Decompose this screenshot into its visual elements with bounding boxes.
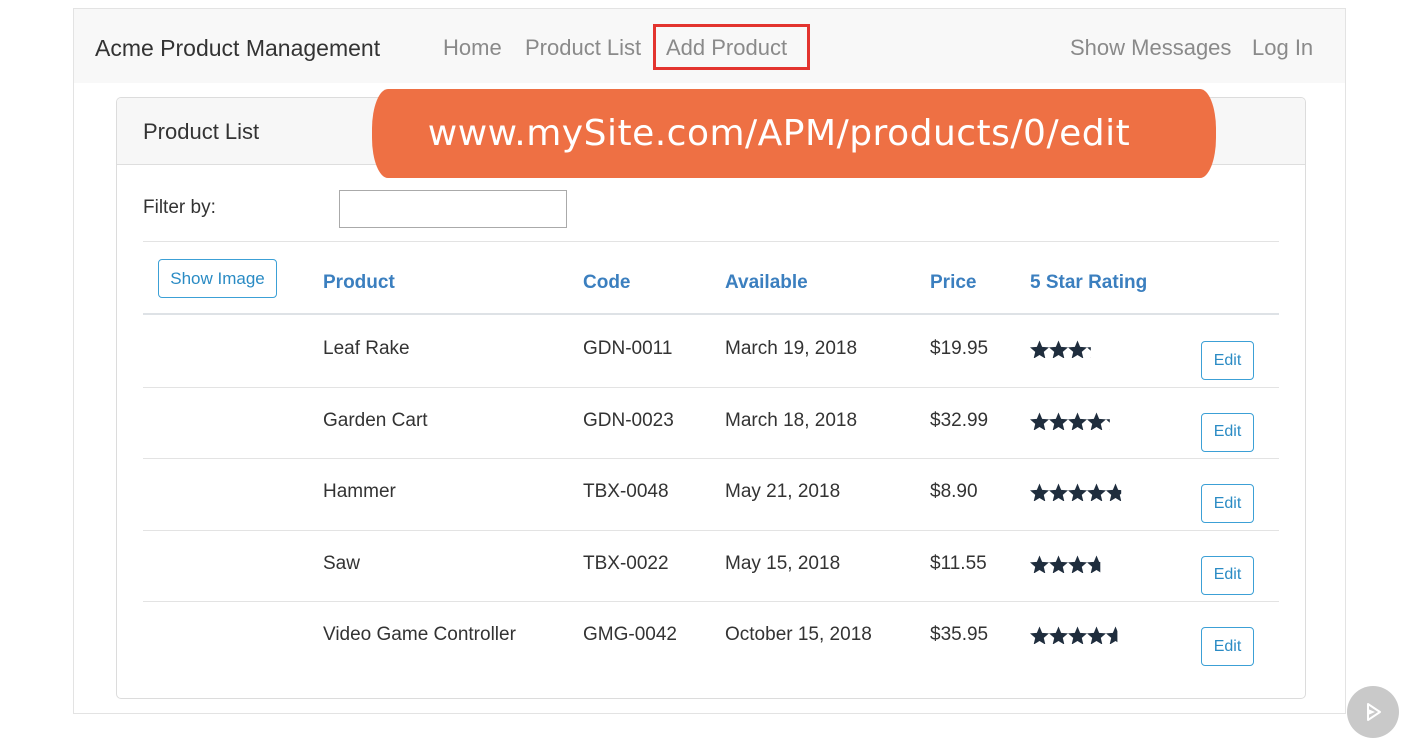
add-product-highlight	[653, 24, 810, 70]
edit-button[interactable]: Edit	[1201, 484, 1254, 523]
star-icon	[1030, 626, 1050, 644]
play-button[interactable]	[1347, 686, 1399, 738]
filter-input[interactable]	[339, 190, 567, 228]
header-available: Available	[725, 272, 808, 293]
star-icon	[1030, 483, 1050, 501]
star-icon	[1030, 412, 1050, 430]
star-icon	[1067, 483, 1088, 501]
star-icon	[1106, 341, 1125, 359]
product-code: TBX-0048	[583, 481, 669, 502]
product-name: Leaf Rake	[323, 338, 410, 359]
row-divider	[143, 386, 1279, 388]
star-rating	[1030, 483, 1122, 501]
header-code: Code	[583, 272, 631, 293]
header-price: Price	[930, 272, 977, 293]
product-name: Video Game Controller	[323, 624, 516, 645]
star-icon	[1048, 412, 1069, 430]
row-divider	[143, 529, 1279, 531]
product-code: GDN-0011	[583, 338, 673, 359]
star-icon	[1067, 340, 1088, 358]
product-price: $11.55	[930, 552, 987, 574]
show-image-button[interactable]: Show Image	[158, 259, 277, 298]
product-available: May 15, 2018	[725, 552, 841, 574]
nav-home[interactable]: Home	[443, 35, 502, 61]
star-icon	[1086, 483, 1107, 501]
row-divider	[143, 458, 1279, 459]
star-icon	[1106, 555, 1125, 573]
product-available: March 18, 2018	[725, 409, 858, 431]
url-banner: www.mySite.com/APM/products/0/edit	[372, 89, 1216, 178]
star-icon	[1086, 347, 1091, 358]
edit-button[interactable]: Edit	[1201, 555, 1254, 595]
product-name: Garden Cart	[323, 409, 428, 431]
edit-button[interactable]: Edit	[1201, 341, 1254, 380]
brand-title[interactable]: Acme Product Management	[95, 35, 380, 62]
navbar: Acme Product Management Home Product Lis…	[74, 9, 1345, 83]
star-icon	[1067, 555, 1088, 573]
product-price: $35.95	[930, 624, 989, 645]
product-available: March 19, 2018	[725, 338, 858, 359]
star-icon	[1105, 418, 1110, 430]
product-price: $19.95	[930, 338, 989, 359]
play-icon	[1367, 703, 1381, 721]
nav-product-list[interactable]: Product List	[525, 35, 641, 61]
header-rating: 5 Star Rating	[1030, 272, 1148, 293]
star-icon	[1086, 412, 1107, 430]
star-icon	[1105, 626, 1118, 644]
product-name: Hammer	[323, 481, 396, 502]
nav-show-messages[interactable]: Show Messages	[1070, 35, 1231, 61]
row-divider	[143, 601, 1279, 602]
star-icon	[1048, 555, 1069, 573]
card-title: Product List	[143, 119, 260, 144]
star-icon	[1048, 340, 1069, 358]
product-code: GMG-0042	[583, 624, 677, 645]
star-icon	[1030, 340, 1050, 358]
star-icon	[1030, 555, 1050, 573]
product-list-card: Product List Filter by: Show Image Produ…	[116, 97, 1306, 699]
nav-log-in[interactable]: Log In	[1252, 35, 1313, 61]
edit-button[interactable]: Edit	[1201, 627, 1254, 666]
star-icon	[1086, 555, 1101, 573]
star-rating	[1030, 340, 1125, 359]
product-code: TBX-0022	[583, 552, 669, 574]
star-icon	[1067, 626, 1088, 644]
star-icon	[1086, 626, 1107, 644]
star-icon	[1048, 626, 1069, 644]
product-price: $8.90	[930, 481, 978, 502]
product-available: October 15, 2018	[725, 624, 872, 645]
url-banner-text: www.mySite.com/APM/products/0/edit	[427, 113, 1131, 154]
header-divider	[143, 313, 1279, 315]
star-rating	[1030, 412, 1110, 430]
filter-label: Filter by:	[143, 197, 216, 218]
header-product: Product	[323, 272, 395, 293]
star-rating	[1030, 626, 1118, 644]
product-name: Saw	[323, 552, 360, 574]
product-code: GDN-0023	[583, 409, 674, 431]
app-frame: Acme Product Management Home Product Lis…	[73, 8, 1346, 714]
product-available: May 21, 2018	[725, 481, 841, 502]
star-icon	[1067, 412, 1088, 430]
star-icon	[1105, 483, 1122, 501]
star-icon	[1048, 483, 1069, 501]
edit-button[interactable]: Edit	[1201, 412, 1254, 452]
product-price: $32.99	[930, 409, 989, 431]
star-rating	[1030, 555, 1125, 573]
divider	[143, 241, 1279, 242]
